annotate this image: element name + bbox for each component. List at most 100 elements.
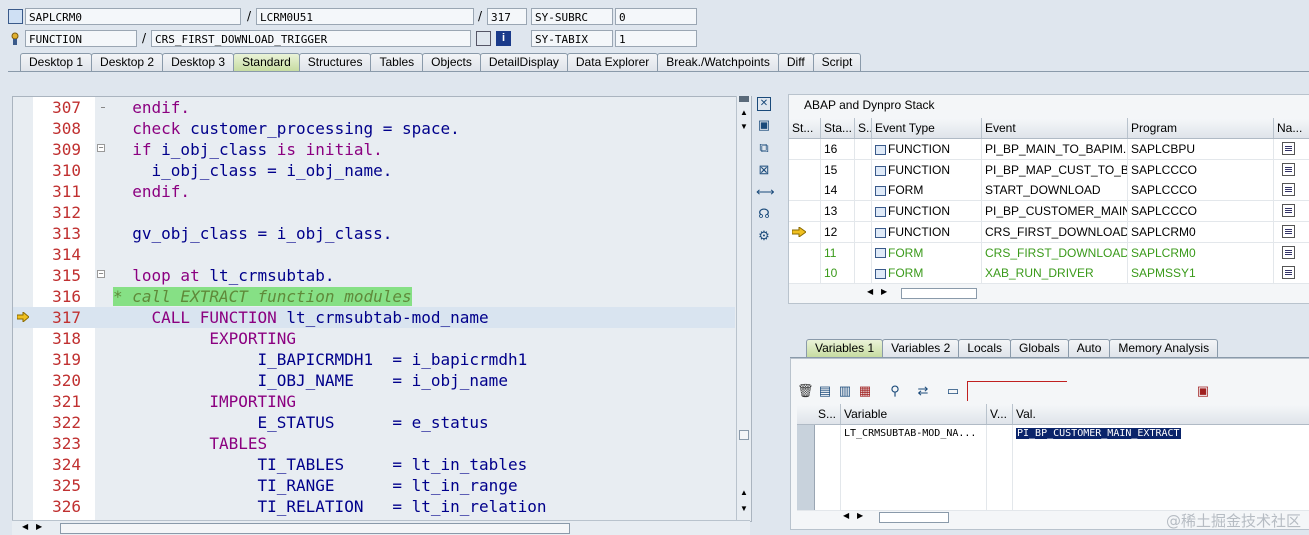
tab-data-explorer[interactable]: Data Explorer <box>566 53 659 71</box>
stack-column-header[interactable]: Sta... <box>821 118 855 138</box>
tab-tables[interactable]: Tables <box>370 53 424 71</box>
table-icon[interactable]: ▦ <box>857 383 873 399</box>
code-line[interactable]: 310 i_obj_class = i_obj_name. <box>13 160 735 181</box>
transfer-icon[interactable]: ⇄ <box>915 383 931 399</box>
code-line[interactable]: 318 EXPORTING <box>13 328 735 349</box>
variables-horizontal-scrollbar[interactable]: ◀ ▶ <box>843 510 1043 524</box>
code-line[interactable]: 314 <box>13 244 735 265</box>
detail-icon[interactable] <box>1282 183 1295 197</box>
stack-row[interactable]: 12 FUNCTION CRS_FIRST_DOWNLOAD... SAPLCRM0 <box>789 221 1309 243</box>
sysfield-tabix[interactable]: SY-TABIX <box>531 30 613 47</box>
variable-name-cell[interactable] <box>841 459 987 476</box>
program-field[interactable]: SAPLCRM0 <box>25 8 241 25</box>
code-line[interactable]: 326 TI_RELATION = lt_in_relation <box>13 496 735 517</box>
code-line[interactable]: 321 IMPORTING <box>13 391 735 412</box>
stack-row[interactable]: 10 FORM XAB_RUN_DRIVER SAPMSSY1 <box>789 263 1309 285</box>
variables-row[interactable] <box>797 476 1309 494</box>
info-icon[interactable]: i <box>496 31 511 46</box>
stack-column-header[interactable]: Na... <box>1274 118 1309 138</box>
editor-vertical-scrollbar[interactable]: ▲ ▼ ▲ ▼ <box>736 96 751 520</box>
code-line[interactable]: 315 − loop at lt_crmsubtab. <box>13 265 735 286</box>
include-field[interactable]: LCRM0U51 <box>256 8 474 25</box>
fold-toggle-icon[interactable]: − <box>97 144 105 152</box>
swap-icon[interactable]: ⧉ <box>756 140 772 156</box>
tab-variables-2[interactable]: Variables 2 <box>882 339 960 357</box>
detail-icon[interactable] <box>1282 142 1295 155</box>
variables-column-header[interactable]: V... <box>987 404 1013 424</box>
row-selector[interactable] <box>797 476 815 493</box>
code-line[interactable]: 320 I_OBJ_NAME = i_obj_name <box>13 370 735 391</box>
tab-desktop-2[interactable]: Desktop 2 <box>91 53 164 71</box>
code-line[interactable]: 323 TABLES <box>13 433 735 454</box>
variable-value-cell[interactable] <box>1013 442 1309 459</box>
tab-structures[interactable]: Structures <box>298 53 372 71</box>
tab-variables-1[interactable]: Variables 1 <box>806 339 884 357</box>
folder-icon[interactable]: ▭ <box>945 383 961 399</box>
import-icon[interactable]: ▥ <box>837 383 853 399</box>
stack-row[interactable]: 11 FORM CRS_FIRST_DOWNLOAD... SAPLCRM0 <box>789 242 1309 264</box>
variables-row[interactable] <box>797 459 1309 477</box>
variable-value[interactable]: PI_BP_CUSTOMER_MAIN_EXTRACT <box>1016 428 1181 439</box>
variable-value-cell[interactable]: PI_BP_CUSTOMER_MAIN_EXTRACT <box>1013 425 1309 442</box>
sysvalue-tabix[interactable]: 1 <box>615 30 697 47</box>
tab-diff[interactable]: Diff <box>777 53 814 71</box>
type-field[interactable]: FUNCTION <box>25 30 137 47</box>
tab-desktop-3[interactable]: Desktop 3 <box>162 53 235 71</box>
source-editor[interactable]: 307 endif. 308 check customer_processing … <box>12 96 752 522</box>
sysfield-subrc[interactable]: SY-SUBRC <box>531 8 613 25</box>
display-source-icon[interactable] <box>476 31 491 46</box>
variable-name-cell[interactable] <box>841 476 987 493</box>
tab-break-watchpoints[interactable]: Break./Watchpoints <box>657 53 779 71</box>
maximize-icon[interactable]: ⊠ <box>756 162 772 178</box>
code-line[interactable]: 319 I_BAPICRMDH1 = i_bapicrmdh1 <box>13 349 735 370</box>
variable-value-cell[interactable] <box>1013 493 1309 510</box>
variables-column-header[interactable]: S... <box>797 404 841 424</box>
variables-column-header[interactable]: Val. <box>1013 404 1309 424</box>
row-selector[interactable] <box>797 493 815 510</box>
row-selector[interactable] <box>797 442 815 459</box>
variable-name-cell[interactable] <box>841 442 987 459</box>
headset-icon[interactable]: ☊ <box>756 206 772 222</box>
detail-icon[interactable] <box>1282 266 1295 280</box>
event-name-field[interactable]: CRS_FIRST_DOWNLOAD_TRIGGER <box>151 30 471 47</box>
new-tool-icon[interactable]: ▣ <box>756 117 772 133</box>
code-line[interactable]: 316 * call EXTRACT function modules <box>13 286 735 307</box>
variable-value-cell[interactable] <box>1013 459 1309 476</box>
resize-icon[interactable]: ⟷ <box>756 184 775 200</box>
close-icon[interactable]: ✕ <box>757 97 771 111</box>
code-line[interactable]: 308 check customer_processing = space. <box>13 118 735 139</box>
sysvalue-subrc[interactable]: 0 <box>615 8 697 25</box>
tab-desktop-1[interactable]: Desktop 1 <box>20 53 93 71</box>
editor-horizontal-scrollbar[interactable]: ◀ ▶ <box>12 520 750 535</box>
stack-row[interactable]: 13 FUNCTION PI_BP_CUSTOMER_MAIN... SAPLCCCO <box>789 201 1309 223</box>
code-line[interactable]: 311 endif. <box>13 181 735 202</box>
stack-column-header[interactable]: S.. <box>855 118 872 138</box>
tab-objects[interactable]: Objects <box>422 53 481 71</box>
tab-script[interactable]: Script <box>812 53 862 71</box>
stack-column-header[interactable]: St... <box>789 118 821 138</box>
variable-value-cell[interactable] <box>1013 476 1309 493</box>
detail-icon[interactable] <box>1282 224 1295 238</box>
detail-icon[interactable] <box>1282 204 1295 218</box>
code-line[interactable]: 307 endif. <box>13 97 735 118</box>
code-line[interactable]: 324 TI_TABLES = lt_in_tables <box>13 454 735 475</box>
variables-row[interactable] <box>797 493 1309 511</box>
save-icon[interactable]: ▣ <box>1195 383 1211 399</box>
row-selector[interactable] <box>797 425 815 442</box>
code-line[interactable]: 325 TI_RANGE = lt_in_range <box>13 475 735 496</box>
tab-standard[interactable]: Standard <box>233 53 300 71</box>
tree-icon[interactable]: ⚲ <box>887 383 903 399</box>
variable-name-cell[interactable]: LT_CRMSUBTAB-MOD_NA... <box>841 425 987 442</box>
delete-icon[interactable]: 🗑 <box>797 383 814 399</box>
tab-detaildisplay[interactable]: DetailDisplay <box>479 53 568 71</box>
services-icon[interactable]: ⚙ <box>756 228 772 244</box>
tab-globals[interactable]: Globals <box>1010 339 1069 357</box>
stack-column-header[interactable]: Event <box>982 118 1128 138</box>
code-line[interactable]: 313 gv_obj_class = i_obj_class. <box>13 223 735 244</box>
stack-row[interactable]: 16 FUNCTION PI_BP_MAIN_TO_BAPIM... SAPLCBPU <box>789 139 1309 160</box>
stack-horizontal-scrollbar[interactable]: ◀ ▶ <box>867 286 1067 300</box>
variables-row[interactable] <box>797 442 1309 460</box>
detail-icon[interactable] <box>1282 245 1295 259</box>
stack-column-header[interactable]: Event Type <box>872 118 982 138</box>
code-line[interactable]: 317 CALL FUNCTION lt_crmsubtab-mod_name <box>13 307 735 328</box>
